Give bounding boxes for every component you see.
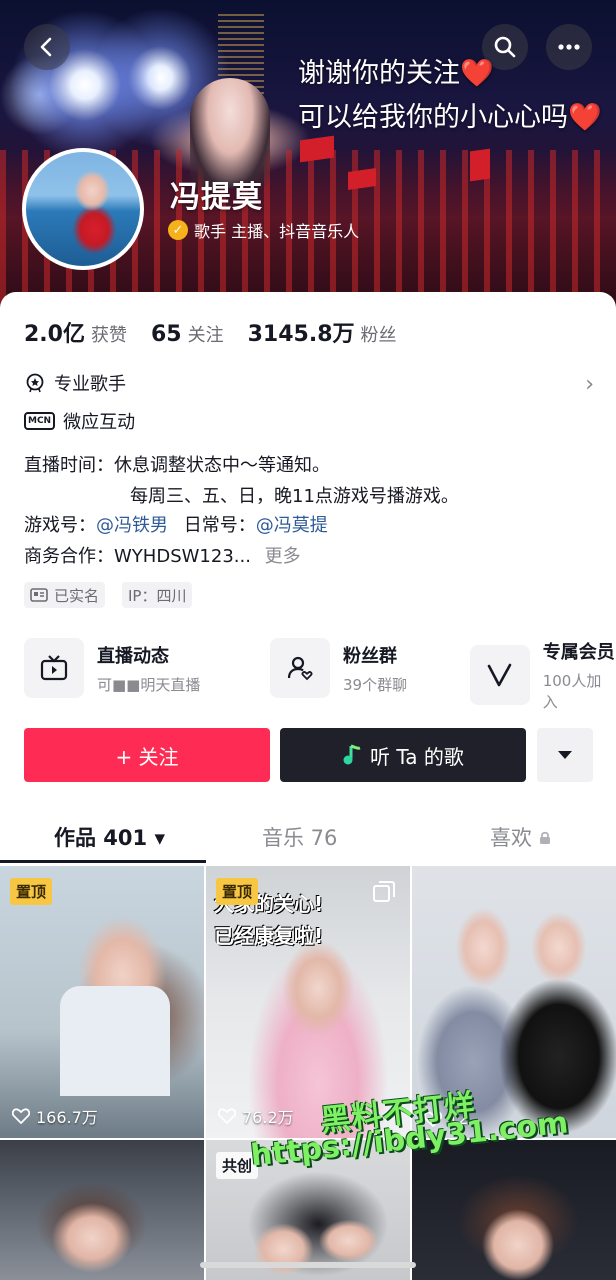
heart-outline-icon (218, 1108, 236, 1124)
more-link[interactable]: 更多 (265, 546, 301, 567)
fan-group-card[interactable]: 粉丝群 39个群聊 (270, 638, 407, 698)
group-icon (270, 638, 330, 698)
lock-icon (539, 831, 550, 844)
content-tabs: 作品 401 ▾ 音乐 76 喜欢 (0, 806, 616, 863)
bio-live-time: 直播时间：休息调整状态中～等通知。 每周三、五、日，晚11点游戏号播游戏。 (24, 450, 459, 512)
heart-icon: ❤️ (568, 102, 602, 133)
mcn-name: 微应互动 (63, 412, 136, 433)
multi-image-icon (373, 881, 395, 902)
back-button[interactable] (24, 24, 70, 70)
following-count[interactable]: 65 (151, 322, 182, 347)
mcn-badge: MCN (24, 412, 56, 430)
sailor-outfit (60, 986, 170, 1096)
realname-text: 已实名 (54, 586, 100, 605)
profile-name: 冯提莫 (170, 180, 263, 215)
like-count-value: 166.7万 (36, 1108, 98, 1127)
thanks-line-2: 可以给我你的小心心吗 (298, 102, 568, 133)
live-feed-title: 直播动态 (97, 645, 169, 667)
realname-tag: 已实名 (24, 582, 106, 608)
bio-business: 商务合作：WYHDSW123... 更多 (24, 541, 301, 572)
mcn-row[interactable]: MCN 微应互动 (24, 408, 135, 434)
verification-text: 歌手 主播、抖音音乐人 (194, 222, 360, 241)
chevron-right-icon[interactable]: › (585, 372, 594, 397)
pinned-badge: 置顶 (10, 878, 53, 905)
banner-thanks-text: 谢谢你的关注❤️ 可以给我你的小心心吗❤️ (298, 52, 602, 140)
likes-count: 2.0亿 (24, 322, 85, 347)
fans-count[interactable]: 3145.8万 (248, 316, 355, 348)
pro-singer-label: 专业歌手 (54, 374, 126, 395)
daily-account-prefix: 日常号： (183, 515, 256, 536)
tab-works[interactable]: 作品 401 ▾ (54, 822, 165, 852)
like-count: 76.2万 (218, 1104, 294, 1128)
video-overlay-text: 已经康复啦! (214, 924, 324, 948)
listen-songs-label: 听 Ta 的歌 (370, 744, 464, 769)
fan-group-title: 粉丝群 (343, 645, 397, 667)
vip-v-icon (470, 645, 530, 705)
like-count-value: 76.2万 (242, 1108, 294, 1127)
verification-row: ✓ 歌手 主播、抖音音乐人 (168, 218, 359, 242)
pinned-badge: 置顶 (216, 878, 259, 905)
pro-badge-icon (24, 372, 46, 394)
fan-group-sub: 39个群聊 (343, 675, 408, 694)
fans-label[interactable]: 粉丝 (361, 321, 397, 347)
live-time-line1: 休息调整状态中～等通知。 (114, 455, 330, 476)
tab-active-indicator (0, 860, 206, 863)
bio-accounts: 游戏号：@冯铁男 日常号：@冯莫提 (24, 510, 328, 541)
heart-outline-icon (12, 1108, 30, 1124)
avatar[interactable] (22, 148, 144, 270)
ip-tag: IP：四川 (122, 582, 193, 608)
like-count: 166.7万 (12, 1104, 98, 1128)
live-feed-sub: 可■■明天直播 (97, 675, 201, 694)
caret-down-icon (558, 751, 572, 759)
banner-flag (470, 148, 490, 182)
tv-icon (24, 638, 84, 698)
game-account-prefix: 游戏号： (24, 515, 96, 536)
video-thumbnail[interactable] (0, 1140, 204, 1280)
follow-button[interactable]: + 关注 (24, 728, 270, 782)
tab-music[interactable]: 音乐 76 (262, 822, 337, 852)
thanks-line-1: 谢谢你的关注 (298, 58, 460, 89)
more-icon (558, 44, 580, 50)
vip-sub: 100人加入 (542, 672, 602, 711)
likes-label: 获赞 (90, 325, 127, 346)
vip-card[interactable]: 专属会员 100人加入 (470, 638, 616, 712)
ip-text: IP：四川 (128, 586, 187, 605)
listen-songs-button[interactable]: 听 Ta 的歌 (280, 728, 526, 782)
business-value: WYHDSW123... (114, 546, 251, 567)
daily-account-link[interactable]: @冯莫提 (256, 515, 328, 536)
live-time-prefix: 直播时间： (24, 455, 114, 476)
vip-title: 专属会员 (542, 642, 615, 663)
heart-icon: ❤️ (460, 58, 494, 89)
tab-likes-label: 喜欢 (490, 826, 532, 850)
pro-singer-row[interactable]: 专业歌手 (24, 370, 126, 396)
home-indicator (200, 1262, 416, 1268)
video-grid: 置顶 166.7万 大家的关心! 已经康复啦! 置顶 76.2万 12 共创 (0, 866, 616, 1280)
video-thumbnail[interactable] (412, 1140, 616, 1280)
live-feed-card[interactable]: 直播动态 可■■明天直播 (24, 638, 200, 698)
stats-row: 2.0亿 获赞 65 关注 3145.8万 粉丝 (24, 316, 421, 348)
verified-badge-icon: ✓ (168, 220, 188, 240)
following-label[interactable]: 关注 (188, 321, 224, 347)
dropdown-button[interactable] (537, 728, 593, 782)
business-prefix: 商务合作： (24, 546, 114, 567)
back-icon (40, 37, 52, 57)
video-thumbnail[interactable]: 置顶 166.7万 (0, 866, 204, 1138)
live-time-line2: 每周三、五、日，晚11点游戏号播游戏。 (130, 486, 459, 507)
id-card-icon (30, 588, 48, 602)
game-account-link[interactable]: @冯铁男 (96, 515, 168, 536)
music-note-icon (343, 744, 361, 765)
tab-likes[interactable]: 喜欢 (490, 822, 551, 852)
